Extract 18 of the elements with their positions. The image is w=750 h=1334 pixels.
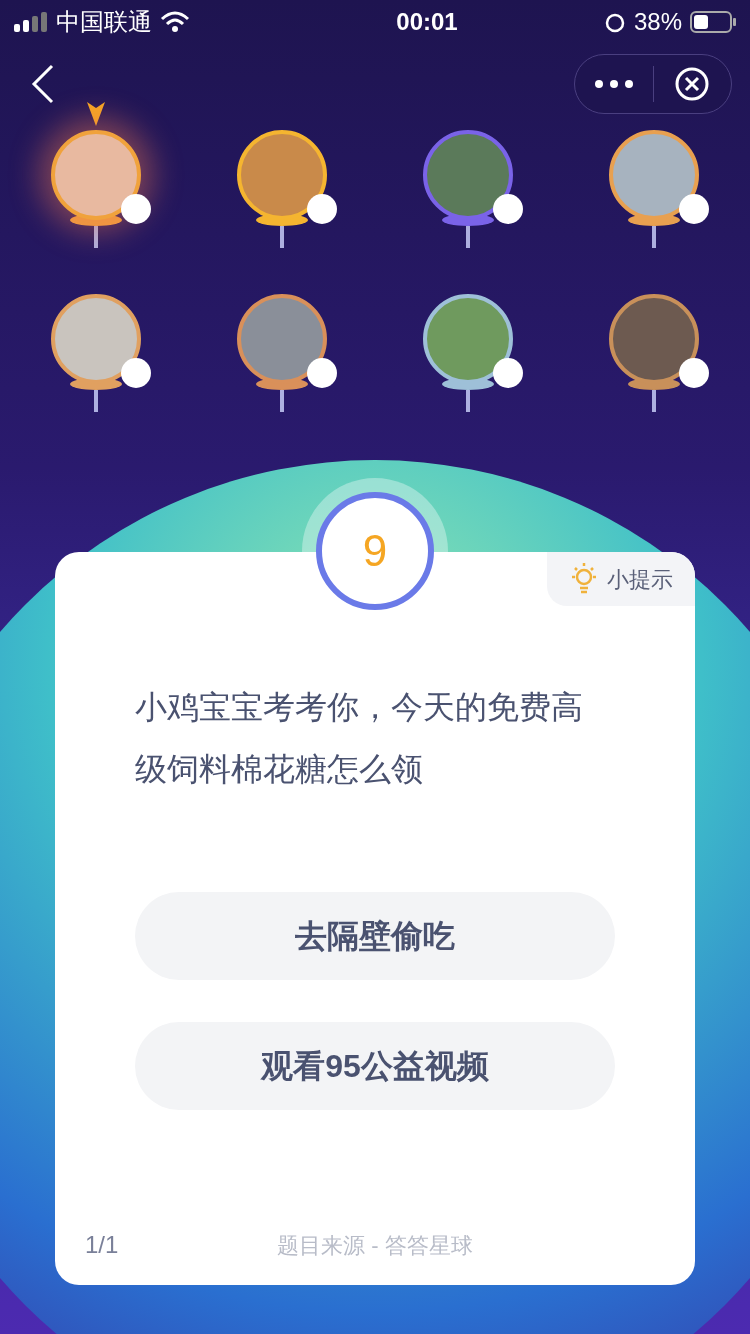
clock-time: 00:01	[396, 7, 458, 37]
carrier-name: 中国联通	[56, 7, 152, 37]
question-number: 9	[316, 492, 434, 610]
page-counter: 1/1	[85, 1230, 119, 1260]
alarm-icon	[603, 11, 626, 33]
pointer-icon	[87, 102, 105, 126]
more-icon	[593, 79, 634, 89]
question-source: 题目来源 - 答答星球	[277, 1231, 473, 1260]
signal-icon	[14, 12, 48, 32]
answer-option[interactable]: 去隔壁偷吃	[135, 892, 615, 980]
wifi-icon	[160, 11, 190, 33]
question-text: 小鸡宝宝考考你，今天的免费高级饲料棉花糖怎么领	[135, 688, 584, 789]
hint-button[interactable]: 小提示	[547, 552, 695, 606]
lightbulb-icon	[569, 562, 599, 596]
battery-percent: 38%	[633, 7, 682, 37]
close-icon	[674, 66, 711, 102]
answer-option[interactable]: 观看95公益视频	[135, 1022, 615, 1110]
battery-icon	[690, 11, 736, 33]
